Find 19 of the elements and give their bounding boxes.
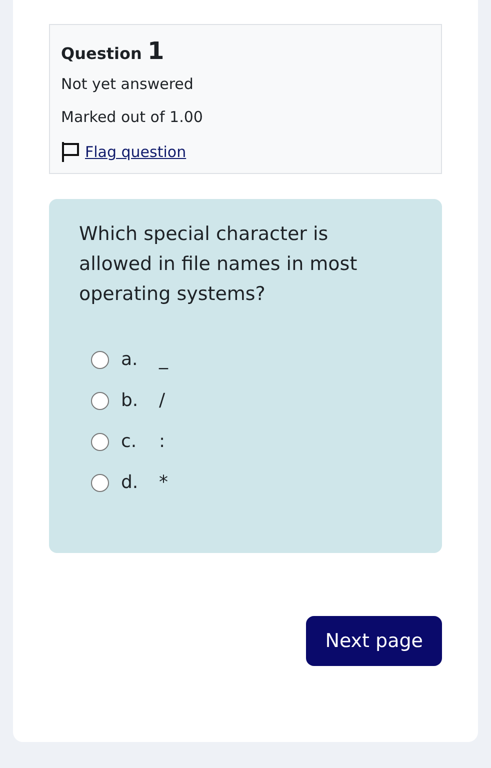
question-number: Question 1 bbox=[61, 37, 166, 65]
answer-status: Not yet answered bbox=[61, 75, 194, 93]
option-letter: a. bbox=[121, 349, 139, 370]
option-letter: b. bbox=[121, 390, 140, 411]
radio-button[interactable] bbox=[91, 432, 109, 450]
flag-icon[interactable] bbox=[61, 141, 81, 163]
marks-text: Marked out of 1.00 bbox=[61, 108, 204, 126]
option-text: : bbox=[159, 431, 166, 452]
option-letter: d. bbox=[121, 472, 140, 493]
radio-button[interactable] bbox=[91, 350, 109, 368]
radio-button[interactable] bbox=[91, 392, 109, 410]
option-text: _ bbox=[159, 349, 168, 370]
option-letter: c. bbox=[121, 431, 138, 452]
option-text: / bbox=[159, 390, 166, 411]
flag-question-link[interactable]: Flag question bbox=[85, 143, 186, 161]
option-text: * bbox=[159, 472, 168, 493]
next-page-button[interactable]: Next page bbox=[306, 616, 442, 666]
question-text: Which special character is allowed in file names in most operating systems? bbox=[79, 222, 358, 307]
radio-button[interactable] bbox=[91, 474, 109, 492]
